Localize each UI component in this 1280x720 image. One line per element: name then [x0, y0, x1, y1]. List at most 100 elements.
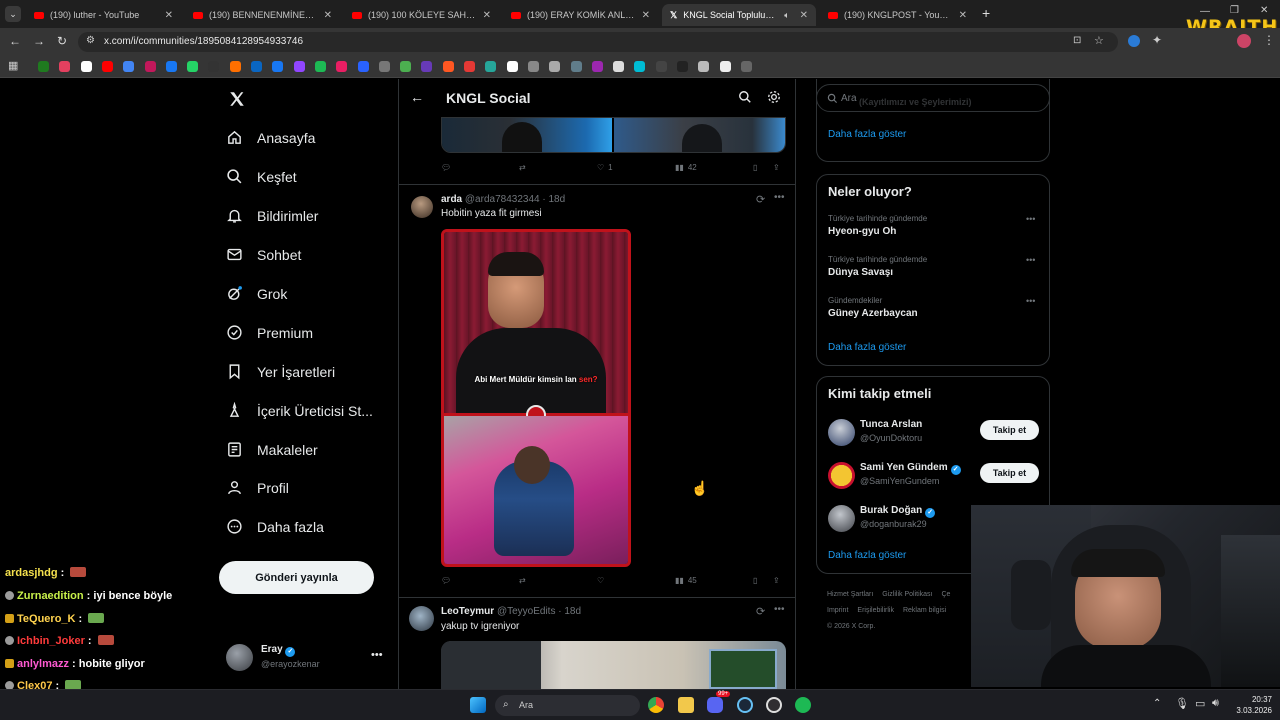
- bookmark-favicon-icon[interactable]: [634, 61, 646, 72]
- post-arda[interactable]: arda @arda78432344 · 18d ⟳ ••• Hobitin y…: [399, 185, 795, 598]
- bookmark-icon[interactable]: ▯: [753, 576, 757, 585]
- browser-tab[interactable]: (190) luther - YouTube ✕: [26, 4, 181, 26]
- tray-chevron-icon[interactable]: ⌃: [1153, 698, 1161, 709]
- steam-icon[interactable]: [737, 697, 753, 713]
- trend-item[interactable]: Türkiye tarihinde gündemde Hyeon-gyu Oh ••…: [828, 214, 1040, 237]
- bookmark-favicon-icon[interactable]: [229, 61, 241, 72]
- reply-icon[interactable]: 💬︎: [441, 163, 451, 172]
- close-tab-icon[interactable]: ✕: [165, 10, 173, 21]
- bookmark-favicon-icon[interactable]: [527, 61, 539, 72]
- browser-tab[interactable]: (190) ERAY KOMİK ANLAR 4 - A ✕: [503, 4, 658, 26]
- bookmark-icon[interactable]: ▯: [753, 163, 757, 172]
- trend-more-icon[interactable]: •••: [1026, 214, 1035, 224]
- restore-icon[interactable]: ❐: [1230, 5, 1239, 16]
- like-icon[interactable]: ♡: [597, 576, 604, 585]
- bookmark-favicon-icon[interactable]: [655, 61, 667, 72]
- nav-item-creator[interactable]: İçerik Üreticisi St...: [226, 402, 373, 419]
- menu-icon[interactable]: ⋮: [1263, 33, 1275, 47]
- post-more-icon[interactable]: •••: [774, 604, 785, 615]
- bookmark-favicon-icon[interactable]: [38, 61, 49, 72]
- bookmark-favicon-icon[interactable]: [570, 61, 582, 72]
- top-card-show-more[interactable]: Daha fazla göster: [828, 129, 906, 140]
- bookmark-favicon-icon[interactable]: [442, 61, 454, 72]
- close-tab-icon[interactable]: ✕: [483, 10, 491, 21]
- bookmark-favicon-icon[interactable]: [293, 61, 305, 72]
- post-author-handle[interactable]: @arda78432344: [465, 194, 540, 205]
- follow-show-more[interactable]: Daha fazla göster: [828, 550, 906, 561]
- install-app-icon[interactable]: ⊡: [1073, 35, 1081, 46]
- close-tab-icon[interactable]: ✕: [959, 10, 967, 21]
- post-media[interactable]: [441, 641, 786, 689]
- forward-icon[interactable]: →: [33, 34, 45, 48]
- file-explorer-icon[interactable]: [678, 697, 694, 713]
- post-author-name[interactable]: LeoTeymur: [441, 606, 494, 617]
- bookmark-favicon-icon[interactable]: [208, 61, 220, 72]
- bookmark-favicon-icon[interactable]: [740, 61, 752, 72]
- like-button[interactable]: ♡ 1: [597, 163, 613, 172]
- bookmark-favicon-icon[interactable]: [357, 61, 369, 72]
- trends-show-more[interactable]: Daha fazla göster: [828, 342, 906, 353]
- minimize-icon[interactable]: —: [1200, 6, 1210, 17]
- grok-explain-icon[interactable]: ⟳: [756, 193, 765, 206]
- post-author-name[interactable]: arda: [441, 194, 462, 205]
- views-button[interactable]: ▮▮ 42: [675, 163, 697, 172]
- nav-item-person[interactable]: Profil: [226, 479, 289, 496]
- chrome-taskbar-icon[interactable]: [648, 697, 664, 713]
- reload-icon[interactable]: ↻: [57, 34, 67, 48]
- grok-explain-icon[interactable]: ⟳: [756, 605, 765, 618]
- bookmark-star-icon[interactable]: ☆: [1094, 34, 1104, 47]
- microphone-icon[interactable]: 🎙︎: [1175, 697, 1189, 710]
- browser-tab[interactable]: 𝕏 KNGL Social Topluluk / X 🔈︎ ✕: [662, 4, 816, 26]
- bookmark-favicon-icon[interactable]: [421, 61, 433, 72]
- discord-icon[interactable]: [707, 697, 723, 713]
- post-button[interactable]: Gönderi yayınla: [219, 561, 374, 594]
- trend-more-icon[interactable]: •••: [1026, 255, 1035, 265]
- bookmark-favicon-icon[interactable]: [378, 61, 390, 72]
- bookmark-favicon-icon[interactable]: [165, 61, 177, 72]
- suggestion-avatar[interactable]: [828, 505, 855, 532]
- bookmark-favicon-icon[interactable]: [144, 61, 156, 72]
- repost-icon[interactable]: ⇄: [519, 576, 526, 585]
- nav-item-bookmark[interactable]: Yer İşaretleri: [226, 363, 335, 380]
- nav-item-mail[interactable]: Sohbet: [226, 246, 301, 263]
- post-avatar[interactable]: [411, 196, 433, 218]
- nav-item-grok[interactable]: Grok: [226, 285, 287, 302]
- browser-tab[interactable]: (190) 100 KÖLEYE SAHİBELİK YA ✕: [344, 4, 499, 26]
- bookmark-favicon-icon[interactable]: [272, 61, 284, 72]
- follow-button[interactable]: Takip et: [980, 420, 1039, 440]
- bookmark-favicon-icon[interactable]: [464, 61, 475, 72]
- bookmark-favicon-icon[interactable]: [101, 61, 113, 72]
- volume-icon[interactable]: 🔊︎: [1212, 697, 1219, 710]
- post-leoteymur[interactable]: LeoTeymur @TeyyoEdits · 18d ⟳ ••• yakup …: [399, 598, 795, 689]
- bookmark-favicon-icon[interactable]: [123, 61, 135, 72]
- close-tab-icon[interactable]: ✕: [800, 10, 808, 21]
- post-time[interactable]: 18d: [564, 606, 581, 617]
- tab-list-button[interactable]: ⌄: [5, 6, 21, 22]
- share-icon[interactable]: ⇪: [773, 163, 780, 172]
- footer-link[interactable]: Imprint: [827, 607, 848, 614]
- bookmark-favicon-icon[interactable]: [719, 61, 731, 72]
- close-window-icon[interactable]: ✕: [1260, 5, 1268, 16]
- x-logo-icon[interactable]: [228, 90, 246, 108]
- apps-grid-icon[interactable]: ▦: [8, 59, 18, 72]
- close-tab-icon[interactable]: ✕: [642, 10, 650, 21]
- site-info-icon[interactable]: ⚙: [86, 35, 95, 46]
- post-avatar[interactable]: [409, 606, 434, 631]
- follow-suggestion[interactable]: Tunca Arslan @OyunDoktoru Takip et: [817, 415, 1051, 451]
- extensions-puzzle-icon[interactable]: ✦: [1152, 33, 1162, 47]
- follow-suggestion[interactable]: Sami Yen Gündem ✓ @SamiYenGundem Takip et: [817, 458, 1051, 494]
- footer-link[interactable]: Reklam bilgisi: [903, 607, 946, 614]
- obs-icon[interactable]: [766, 697, 782, 713]
- views-button[interactable]: ▮▮ 45: [675, 576, 697, 585]
- bookmark-favicon-icon[interactable]: [59, 61, 71, 72]
- bookmark-favicon-icon[interactable]: [485, 61, 497, 72]
- footer-link[interactable]: Çe: [941, 591, 950, 598]
- trend-more-icon[interactable]: •••: [1026, 296, 1035, 306]
- suggestion-avatar[interactable]: [828, 419, 855, 446]
- bookmark-favicon-icon[interactable]: [506, 61, 518, 72]
- network-icon[interactable]: ▭: [1195, 697, 1205, 710]
- address-bar[interactable]: ⚙ x.com/i/communities/189508412895493374…: [78, 32, 1118, 52]
- bookmark-favicon-icon[interactable]: [549, 61, 561, 72]
- nav-item-verified[interactable]: Premium: [226, 324, 313, 341]
- profile-avatar-icon[interactable]: [1237, 34, 1251, 48]
